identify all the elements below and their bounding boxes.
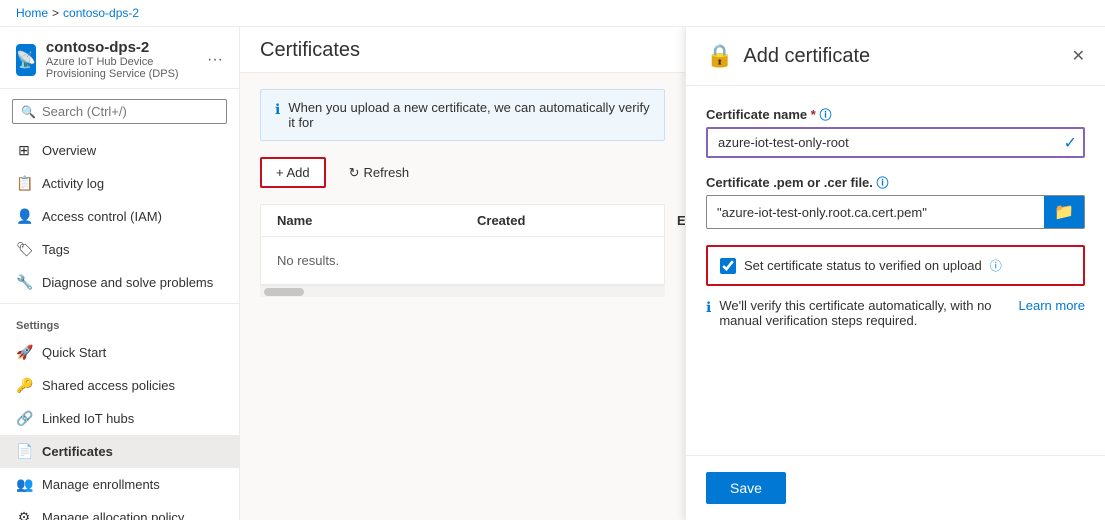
required-marker: * xyxy=(811,107,816,122)
verify-info-text: We'll verify this certificate automatica… xyxy=(719,298,1010,328)
toolbar: + Add ↻ Refresh xyxy=(260,157,665,188)
info-banner-icon: ℹ xyxy=(275,101,280,118)
sidebar-item-access-control[interactable]: 👤 Access control (IAM) xyxy=(0,200,239,233)
manage-allocation-icon: ⚙ xyxy=(16,509,32,520)
table-body: No results. xyxy=(261,237,664,284)
linked-iot-icon: 🔗 xyxy=(16,410,32,427)
refresh-label: Refresh xyxy=(364,165,410,180)
cert-file-info-icon[interactable]: ⓘ xyxy=(877,176,889,190)
content-area: ℹ When you upload a new certificate, we … xyxy=(240,73,685,520)
sidebar-item-linked-iot[interactable]: 🔗 Linked IoT hubs xyxy=(0,402,239,435)
verify-info-block: ℹ We'll verify this certificate automati… xyxy=(706,298,1085,328)
sidebar-item-diagnose[interactable]: 🔧 Diagnose and solve problems xyxy=(0,266,239,299)
panel-footer: Save xyxy=(686,455,1105,520)
service-name: contoso-dps-2 xyxy=(46,39,197,56)
sidebar-item-quickstart[interactable]: 🚀 Quick Start xyxy=(0,336,239,369)
service-subtitle: Azure IoT Hub Device Provisioning Servic… xyxy=(46,56,197,80)
access-control-icon: 👤 xyxy=(16,208,32,225)
panel-title: Add certificate xyxy=(743,45,870,68)
search-icon: 🔍 xyxy=(21,105,36,119)
panel-header: 🔒 Add certificate ✕ xyxy=(686,27,1105,86)
sidebar-item-tags[interactable]: 🏷 Tags xyxy=(0,233,239,266)
sidebar-item-label: Manage allocation policy xyxy=(42,510,184,520)
table-header: Name Created Expires xyxy=(261,205,664,237)
cert-file-label: Certificate .pem or .cer file. ⓘ xyxy=(706,174,1085,191)
verify-info-icon: ℹ xyxy=(706,299,711,316)
info-banner: ℹ When you upload a new certificate, we … xyxy=(260,89,665,141)
cert-file-input-row: 📁 xyxy=(706,195,1085,229)
cert-name-check-icon: ✓ xyxy=(1058,133,1083,153)
col-name: Name xyxy=(277,213,477,228)
sidebar-item-label: Linked IoT hubs xyxy=(42,411,134,426)
sidebar-item-manage-allocation[interactable]: ⚙ Manage allocation policy xyxy=(0,501,239,520)
sidebar-item-label: Shared access policies xyxy=(42,378,175,393)
col-created: Created xyxy=(477,213,677,228)
quickstart-icon: 🚀 xyxy=(16,344,32,361)
sidebar-item-label: Activity log xyxy=(42,176,104,191)
dps-icon: 📡 xyxy=(16,50,36,70)
sidebar-item-label: Manage enrollments xyxy=(42,477,160,492)
sidebar-item-manage-enrollments[interactable]: 👥 Manage enrollments xyxy=(0,468,239,501)
refresh-button[interactable]: ↻ Refresh xyxy=(334,158,424,188)
breadcrumb: Home > contoso-dps-2 xyxy=(0,0,1105,27)
sidebar-item-label: Certificates xyxy=(42,444,113,459)
cert-name-input[interactable] xyxy=(708,129,1058,156)
learn-more-link[interactable]: Learn more xyxy=(1019,298,1085,313)
verify-on-upload-row: Set certificate status to verified on up… xyxy=(706,245,1085,286)
tags-icon: 🏷 xyxy=(16,241,32,258)
breadcrumb-separator: > xyxy=(52,6,59,20)
sidebar-item-label: Tags xyxy=(42,242,69,257)
manage-enrollments-icon: 👥 xyxy=(16,476,32,493)
certificate-panel-icon: 🔒 xyxy=(706,43,733,69)
breadcrumb-home[interactable]: Home xyxy=(16,6,48,20)
sidebar-header: 📡 contoso-dps-2 Azure IoT Hub Device Pro… xyxy=(0,27,239,89)
checkbox-label: Set certificate status to verified on up… xyxy=(744,258,982,273)
sidebar: 📡 contoso-dps-2 Azure IoT Hub Device Pro… xyxy=(0,27,240,520)
add-button[interactable]: + Add xyxy=(260,157,326,188)
cert-name-group: Certificate name * ⓘ ✓ xyxy=(706,106,1085,158)
more-menu-button[interactable]: ··· xyxy=(207,51,223,69)
sidebar-item-shared-access[interactable]: 🔑 Shared access policies xyxy=(0,369,239,402)
cert-file-group: Certificate .pem or .cer file. ⓘ 📁 xyxy=(706,174,1085,229)
settings-section-label: Settings xyxy=(0,308,239,336)
sidebar-item-label: Quick Start xyxy=(42,345,106,360)
main-content: Certificates ℹ When you upload a new cer… xyxy=(240,27,685,520)
cert-file-input[interactable] xyxy=(707,199,1044,226)
col-expires: Expires xyxy=(677,213,685,228)
cert-name-label: Certificate name * ⓘ xyxy=(706,106,1085,123)
certificates-table: Name Created Expires No results. xyxy=(260,204,665,285)
panel-body: Certificate name * ⓘ ✓ Certificate .pem … xyxy=(686,86,1105,455)
browse-file-button[interactable]: 📁 xyxy=(1044,196,1084,228)
verify-checkbox[interactable] xyxy=(720,258,736,274)
info-banner-text: When you upload a new certificate, we ca… xyxy=(288,100,650,130)
refresh-icon: ↻ xyxy=(349,165,360,181)
sidebar-item-overview[interactable]: ⊞ Overview xyxy=(0,134,239,167)
page-title: Certificates xyxy=(260,39,360,61)
sidebar-item-label: Overview xyxy=(42,143,96,158)
save-button[interactable]: Save xyxy=(706,472,786,504)
sidebar-item-certificates[interactable]: 📄 Certificates xyxy=(0,435,239,468)
sidebar-item-label: Access control (IAM) xyxy=(42,209,162,224)
checkbox-info-icon[interactable]: ⓘ xyxy=(990,257,1002,274)
scrollbar-thumb[interactable] xyxy=(264,288,304,296)
overview-icon: ⊞ xyxy=(16,142,32,159)
horizontal-scrollbar[interactable] xyxy=(260,285,665,297)
close-panel-button[interactable]: ✕ xyxy=(1072,46,1085,66)
panel-title-row: 🔒 Add certificate xyxy=(706,43,870,69)
activity-log-icon: 📋 xyxy=(16,175,32,192)
service-icon: 📡 xyxy=(16,44,36,76)
cert-name-info-icon[interactable]: ⓘ xyxy=(819,108,831,122)
page-header: Certificates xyxy=(240,27,685,73)
sidebar-item-activity-log[interactable]: 📋 Activity log xyxy=(0,167,239,200)
breadcrumb-current[interactable]: contoso-dps-2 xyxy=(63,6,139,20)
no-results-text: No results. xyxy=(277,253,339,268)
search-box[interactable]: 🔍 xyxy=(12,99,227,124)
add-certificate-panel: 🔒 Add certificate ✕ Certificate name * ⓘ… xyxy=(685,27,1105,520)
shared-access-icon: 🔑 xyxy=(16,377,32,394)
search-input[interactable] xyxy=(42,104,218,119)
sidebar-item-label: Diagnose and solve problems xyxy=(42,275,213,290)
certificates-icon: 📄 xyxy=(16,443,32,460)
diagnose-icon: 🔧 xyxy=(16,274,32,291)
